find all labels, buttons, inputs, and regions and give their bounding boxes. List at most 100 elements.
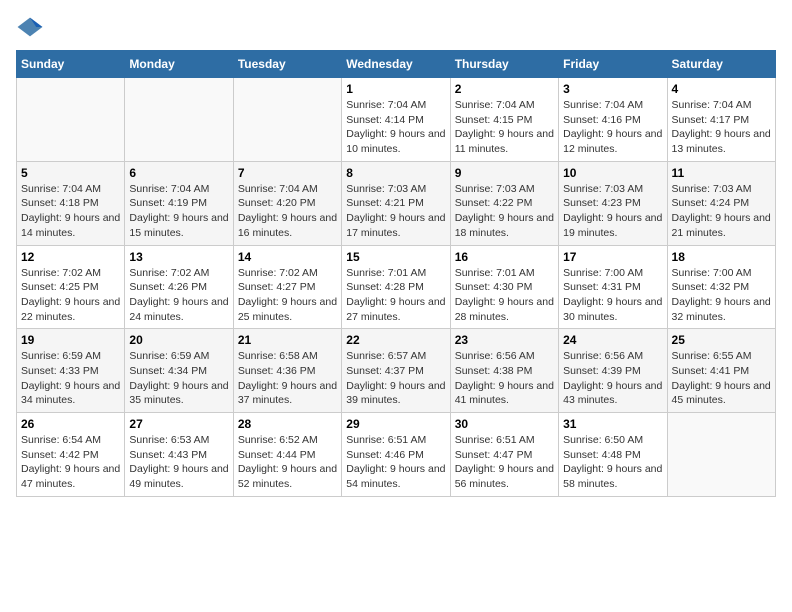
calendar-day-cell bbox=[17, 78, 125, 162]
day-number: 15 bbox=[346, 250, 445, 264]
calendar-day-cell: 24Sunrise: 6:56 AMSunset: 4:39 PMDayligh… bbox=[559, 329, 667, 413]
sunrise-text: Sunrise: 7:04 AM bbox=[238, 182, 337, 197]
day-info: Sunrise: 6:59 AMSunset: 4:33 PMDaylight:… bbox=[21, 349, 120, 408]
day-number: 22 bbox=[346, 333, 445, 347]
sunset-text: Sunset: 4:31 PM bbox=[563, 280, 662, 295]
sunset-text: Sunset: 4:22 PM bbox=[455, 196, 554, 211]
day-info: Sunrise: 7:03 AMSunset: 4:22 PMDaylight:… bbox=[455, 182, 554, 241]
day-info: Sunrise: 6:57 AMSunset: 4:37 PMDaylight:… bbox=[346, 349, 445, 408]
weekday-header: Thursday bbox=[450, 51, 558, 78]
logo bbox=[16, 16, 48, 38]
day-number: 21 bbox=[238, 333, 337, 347]
sunset-text: Sunset: 4:42 PM bbox=[21, 448, 120, 463]
day-info: Sunrise: 7:04 AMSunset: 4:14 PMDaylight:… bbox=[346, 98, 445, 157]
sunset-text: Sunset: 4:43 PM bbox=[129, 448, 228, 463]
sunrise-text: Sunrise: 7:04 AM bbox=[129, 182, 228, 197]
day-number: 25 bbox=[672, 333, 771, 347]
sunset-text: Sunset: 4:44 PM bbox=[238, 448, 337, 463]
sunset-text: Sunset: 4:17 PM bbox=[672, 113, 771, 128]
day-number: 8 bbox=[346, 166, 445, 180]
weekday-header: Saturday bbox=[667, 51, 775, 78]
day-number: 3 bbox=[563, 82, 662, 96]
day-number: 29 bbox=[346, 417, 445, 431]
day-info: Sunrise: 7:03 AMSunset: 4:23 PMDaylight:… bbox=[563, 182, 662, 241]
sunrise-text: Sunrise: 6:51 AM bbox=[346, 433, 445, 448]
day-number: 24 bbox=[563, 333, 662, 347]
sunset-text: Sunset: 4:39 PM bbox=[563, 364, 662, 379]
day-number: 30 bbox=[455, 417, 554, 431]
calendar-day-cell: 23Sunrise: 6:56 AMSunset: 4:38 PMDayligh… bbox=[450, 329, 558, 413]
day-number: 12 bbox=[21, 250, 120, 264]
calendar-day-cell: 19Sunrise: 6:59 AMSunset: 4:33 PMDayligh… bbox=[17, 329, 125, 413]
calendar-day-cell: 27Sunrise: 6:53 AMSunset: 4:43 PMDayligh… bbox=[125, 413, 233, 497]
day-number: 27 bbox=[129, 417, 228, 431]
sunset-text: Sunset: 4:37 PM bbox=[346, 364, 445, 379]
calendar-day-cell bbox=[667, 413, 775, 497]
calendar-day-cell: 20Sunrise: 6:59 AMSunset: 4:34 PMDayligh… bbox=[125, 329, 233, 413]
sunrise-text: Sunrise: 6:56 AM bbox=[563, 349, 662, 364]
calendar-day-cell bbox=[125, 78, 233, 162]
sunset-text: Sunset: 4:20 PM bbox=[238, 196, 337, 211]
sunrise-text: Sunrise: 6:59 AM bbox=[129, 349, 228, 364]
day-info: Sunrise: 6:50 AMSunset: 4:48 PMDaylight:… bbox=[563, 433, 662, 492]
day-info: Sunrise: 7:01 AMSunset: 4:28 PMDaylight:… bbox=[346, 266, 445, 325]
sunrise-text: Sunrise: 7:04 AM bbox=[455, 98, 554, 113]
calendar-day-cell: 10 Sunrise: 7:03 AMSunset: 4:23 PMDayligh… bbox=[559, 161, 667, 245]
sunset-text: Sunset: 4:41 PM bbox=[672, 364, 771, 379]
sunset-text: Sunset: 4:32 PM bbox=[672, 280, 771, 295]
calendar-week-row: 12 Sunrise: 7:02 AMSunset: 4:25 PMDayligh… bbox=[17, 245, 776, 329]
day-number: 31 bbox=[563, 417, 662, 431]
calendar-table: SundayMondayTuesdayWednesdayThursdayFrid… bbox=[16, 50, 776, 497]
sunrise-text: Sunrise: 6:56 AM bbox=[455, 349, 554, 364]
sunset-text: Sunset: 4:23 PM bbox=[563, 196, 662, 211]
sunset-text: Sunset: 4:46 PM bbox=[346, 448, 445, 463]
calendar-day-cell: 29Sunrise: 6:51 AMSunset: 4:46 PMDayligh… bbox=[342, 413, 450, 497]
day-number: 14 bbox=[238, 250, 337, 264]
calendar-day-cell: 30Sunrise: 6:51 AMSunset: 4:47 PMDayligh… bbox=[450, 413, 558, 497]
calendar-week-row: 1Sunrise: 7:04 AMSunset: 4:14 PMDaylight… bbox=[17, 78, 776, 162]
day-number: 7 bbox=[238, 166, 337, 180]
daylight-text: Daylight: 9 hours and 22 minutes. bbox=[21, 295, 120, 324]
day-number: 17 bbox=[563, 250, 662, 264]
day-info: Sunrise: 6:58 AMSunset: 4:36 PMDaylight:… bbox=[238, 349, 337, 408]
day-info: Sunrise: 7:02 AMSunset: 4:25 PMDaylight:… bbox=[21, 266, 120, 325]
calendar-day-cell bbox=[233, 78, 341, 162]
day-number: 23 bbox=[455, 333, 554, 347]
calendar-day-cell: 2Sunrise: 7:04 AMSunset: 4:15 PMDaylight… bbox=[450, 78, 558, 162]
sunset-text: Sunset: 4:34 PM bbox=[129, 364, 228, 379]
sunrise-text: Sunrise: 7:02 AM bbox=[129, 266, 228, 281]
sunrise-text: Sunrise: 7:04 AM bbox=[21, 182, 120, 197]
sunrise-text: Sunrise: 6:51 AM bbox=[455, 433, 554, 448]
sunset-text: Sunset: 4:33 PM bbox=[21, 364, 120, 379]
sunrise-text: Sunrise: 7:00 AM bbox=[672, 266, 771, 281]
sunrise-text: Sunrise: 7:03 AM bbox=[455, 182, 554, 197]
daylight-text: Daylight: 9 hours and 35 minutes. bbox=[129, 379, 228, 408]
calendar-week-row: 5Sunrise: 7:04 AMSunset: 4:18 PMDaylight… bbox=[17, 161, 776, 245]
sunrise-text: Sunrise: 6:52 AM bbox=[238, 433, 337, 448]
daylight-text: Daylight: 9 hours and 10 minutes. bbox=[346, 127, 445, 156]
calendar-day-cell: 28Sunrise: 6:52 AMSunset: 4:44 PMDayligh… bbox=[233, 413, 341, 497]
sunset-text: Sunset: 4:38 PM bbox=[455, 364, 554, 379]
calendar-day-cell: 6Sunrise: 7:04 AMSunset: 4:19 PMDaylight… bbox=[125, 161, 233, 245]
day-number: 26 bbox=[21, 417, 120, 431]
weekday-header: Sunday bbox=[17, 51, 125, 78]
sunrise-text: Sunrise: 6:59 AM bbox=[21, 349, 120, 364]
calendar-day-cell: 22 Sunrise: 6:57 AMSunset: 4:37 PMDayligh… bbox=[342, 329, 450, 413]
sunset-text: Sunset: 4:36 PM bbox=[238, 364, 337, 379]
day-number: 18 bbox=[672, 250, 771, 264]
daylight-text: Daylight: 9 hours and 30 minutes. bbox=[563, 295, 662, 324]
day-info: Sunrise: 7:00 AMSunset: 4:32 PMDaylight:… bbox=[672, 266, 771, 325]
daylight-text: Daylight: 9 hours and 39 minutes. bbox=[346, 379, 445, 408]
day-number: 10 bbox=[563, 166, 662, 180]
sunrise-text: Sunrise: 6:58 AM bbox=[238, 349, 337, 364]
day-info: Sunrise: 6:59 AMSunset: 4:34 PMDaylight:… bbox=[129, 349, 228, 408]
calendar-day-cell: 13Sunrise: 7:02 AMSunset: 4:26 PMDayligh… bbox=[125, 245, 233, 329]
daylight-text: Daylight: 9 hours and 15 minutes. bbox=[129, 211, 228, 240]
daylight-text: Daylight: 9 hours and 19 minutes. bbox=[563, 211, 662, 240]
sunrise-text: Sunrise: 6:54 AM bbox=[21, 433, 120, 448]
sunrise-text: Sunrise: 7:04 AM bbox=[346, 98, 445, 113]
sunrise-text: Sunrise: 7:01 AM bbox=[455, 266, 554, 281]
sunset-text: Sunset: 4:14 PM bbox=[346, 113, 445, 128]
day-number: 28 bbox=[238, 417, 337, 431]
calendar-day-cell: 3Sunrise: 7:04 AMSunset: 4:16 PMDaylight… bbox=[559, 78, 667, 162]
